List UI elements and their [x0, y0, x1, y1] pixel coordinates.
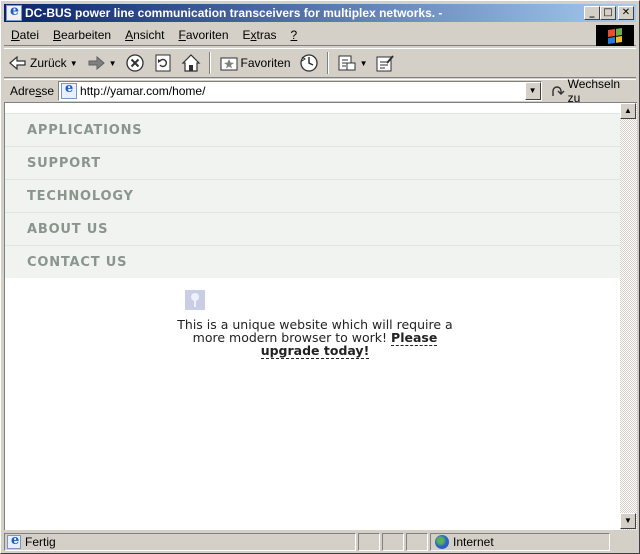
security-zone-panel: Internet — [430, 533, 610, 551]
menu-label: tras — [256, 27, 277, 42]
status-panel — [358, 533, 380, 551]
edit-button[interactable] — [371, 51, 399, 75]
history-icon — [299, 54, 318, 72]
refresh-button[interactable] — [149, 51, 177, 75]
menu-ansicht[interactable]: Ansicht — [118, 28, 171, 42]
menu-hotkey: ? — [290, 27, 298, 42]
forward-arrow-icon — [88, 55, 105, 71]
menu-label: E — [242, 27, 251, 42]
broken-image-icon — [185, 290, 205, 310]
title-bar[interactable]: DC-BUS power line communication transcei… — [4, 3, 636, 22]
favorites-star-icon — [220, 57, 238, 71]
address-dropdown-button[interactable]: ▼ — [524, 81, 541, 100]
vertical-scrollbar[interactable]: ▲ ▼ — [620, 102, 637, 530]
refresh-icon — [155, 54, 171, 72]
chevron-down-icon[interactable]: ▼ — [109, 59, 117, 68]
mail-icon — [338, 55, 356, 71]
nav-technology[interactable]: TECHNOLOGY — [5, 179, 620, 212]
back-arrow-icon — [9, 55, 26, 71]
menu-favoriten[interactable]: Favoriten — [171, 28, 235, 42]
history-button[interactable] — [295, 51, 323, 75]
globe-icon — [435, 535, 449, 549]
stop-button[interactable] — [121, 51, 149, 75]
windows-logo-icon — [596, 25, 634, 46]
address-field[interactable]: ▼ — [58, 80, 542, 101]
stop-icon — [125, 54, 144, 72]
back-button[interactable]: Zurück ▼ — [4, 51, 82, 75]
menu-hotkey: B — [53, 27, 62, 42]
window-title: DC-BUS power line communication transcei… — [25, 6, 443, 20]
window-controls: _ □ ✕ — [584, 6, 634, 20]
standard-toolbar: Zurück ▼ ▼ Favoriten ▼ — [4, 48, 636, 78]
toolbar-separator — [326, 52, 329, 74]
page-icon — [61, 81, 78, 99]
menu-bar: Datei Bearbeiten Ansicht Favoriten Extra… — [4, 24, 636, 46]
nav-applications[interactable]: APPLICATIONS — [5, 113, 620, 146]
zone-label: Internet — [453, 535, 494, 549]
back-label: Zurück — [30, 56, 67, 70]
menu-label: atei — [19, 27, 40, 42]
menu-label: earbeiten — [61, 27, 112, 42]
menu-label: avoriten — [185, 27, 229, 42]
nav-support[interactable]: SUPPORT — [5, 146, 620, 179]
status-panel — [382, 533, 404, 551]
menu-hotkey: A — [125, 27, 134, 42]
ie-logo-icon — [6, 3, 22, 21]
maximize-button[interactable]: □ — [600, 6, 616, 20]
go-arrow-icon — [551, 85, 565, 96]
menu-datei[interactable]: Datei — [4, 28, 46, 42]
nav-about-us[interactable]: ABOUT US — [5, 212, 620, 245]
home-icon — [181, 54, 200, 72]
chevron-down-icon[interactable]: ▼ — [70, 59, 78, 68]
page-icon — [7, 533, 21, 549]
menu-help[interactable]: ? — [284, 28, 305, 42]
status-panel — [406, 533, 428, 551]
home-button[interactable] — [177, 51, 205, 75]
status-text-panel: Fertig — [4, 533, 356, 551]
browser-window: DC-BUS power line communication transcei… — [0, 0, 640, 554]
menu-hotkey: F — [178, 27, 186, 42]
status-text: Fertig — [25, 535, 56, 549]
upgrade-notice: This is a unique website which will requ… — [173, 318, 457, 359]
menu-hotkey: D — [11, 27, 20, 42]
favorites-button[interactable]: Favoriten — [215, 51, 295, 75]
address-bar: Adresse ▼ Wechseln zu — [4, 77, 636, 105]
page-content: APPLICATIONS SUPPORT TECHNOLOGY ABOUT US… — [4, 102, 620, 530]
edit-icon — [376, 55, 395, 72]
menu-bearbeiten[interactable]: Bearbeiten — [46, 28, 118, 42]
go-label: Wechseln zu — [567, 76, 621, 105]
favorites-label: Favoriten — [240, 56, 291, 70]
go-button[interactable]: Wechseln zu — [550, 77, 636, 105]
toolbar-separator — [208, 52, 211, 74]
close-button[interactable]: ✕ — [618, 6, 634, 20]
minimize-button[interactable]: _ — [584, 6, 600, 20]
chevron-down-icon[interactable]: ▼ — [360, 59, 368, 68]
menu-extras[interactable]: Extras — [236, 28, 284, 42]
scroll-up-button[interactable]: ▲ — [620, 103, 636, 119]
site-nav: APPLICATIONS SUPPORT TECHNOLOGY ABOUT US… — [5, 113, 620, 278]
nav-contact-us[interactable]: CONTACT US — [5, 245, 620, 278]
status-bar: Fertig Internet — [4, 532, 636, 552]
mail-button[interactable]: ▼ — [333, 51, 372, 75]
address-input[interactable] — [80, 83, 525, 98]
scroll-down-button[interactable]: ▼ — [620, 513, 636, 529]
menu-label: nsicht — [133, 27, 165, 42]
forward-button[interactable]: ▼ — [82, 51, 121, 75]
address-label: Adresse — [10, 83, 55, 98]
